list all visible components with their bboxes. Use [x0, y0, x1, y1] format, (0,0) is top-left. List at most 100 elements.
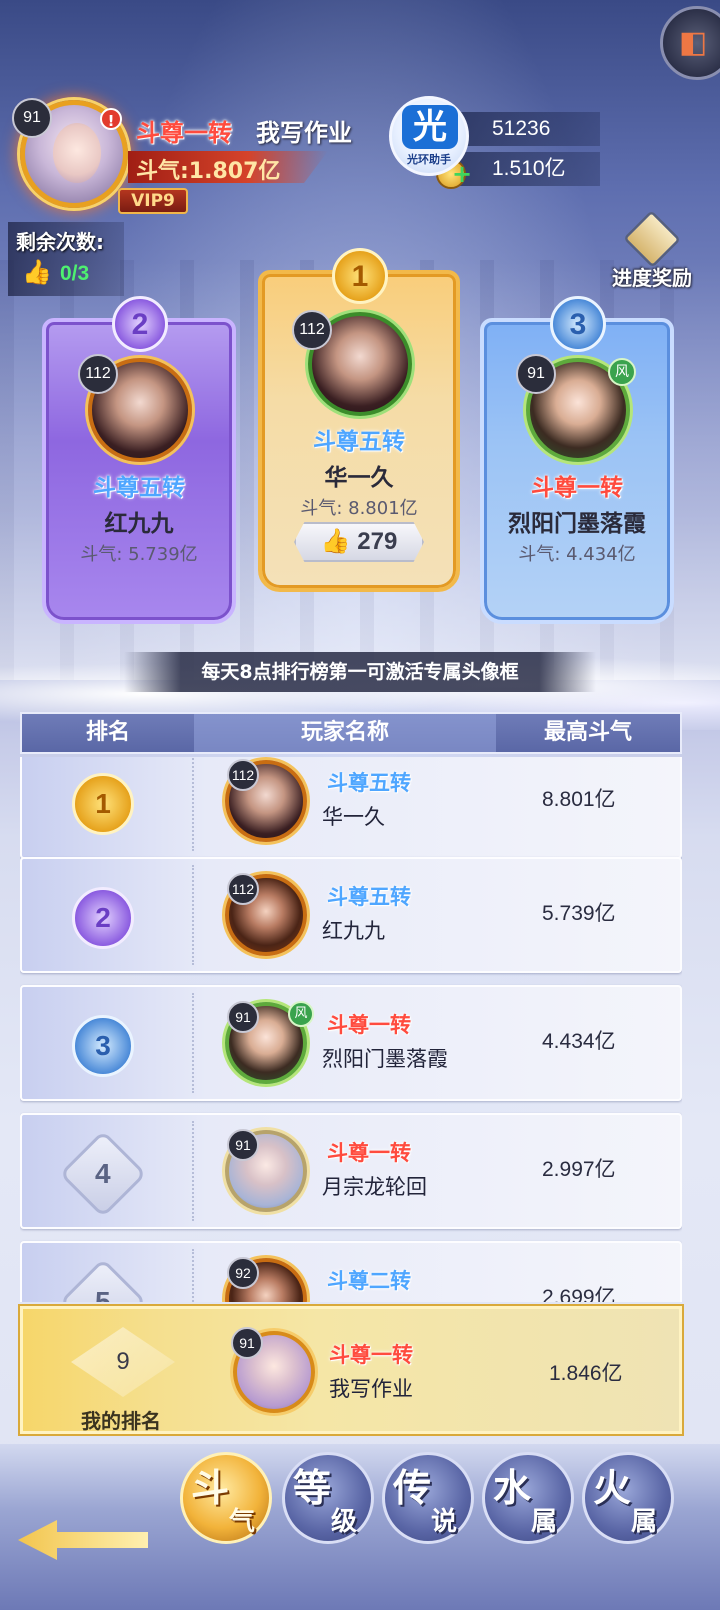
menu-icon: ◧	[679, 25, 708, 60]
level-badge: 112	[227, 759, 259, 791]
table-header: 排名 玩家名称 最高斗气	[20, 712, 682, 754]
player-power: 2.997亿	[542, 1158, 616, 1181]
level-badge: 91	[227, 1001, 259, 1033]
rank-3-medal-icon: 3	[72, 1015, 134, 1077]
table-row[interactable]: 3 91 风 斗尊一转 烈阳门墨落霞 4.434亿	[20, 985, 682, 1101]
my-rank-label: 我的排名	[81, 1409, 161, 1433]
player-name: 红九九	[322, 919, 385, 943]
rank-2-medal-icon: 2	[72, 887, 134, 949]
level-badge: 112	[227, 873, 259, 905]
podium-card-rank-3[interactable]: 3 91 风 斗尊一转 烈阳门墨落霞 斗气: 4.434亿	[480, 296, 674, 624]
helper-button[interactable]: 光 光环助手	[389, 96, 469, 176]
level-badge: 112	[78, 354, 118, 394]
rank-number: 4	[95, 1157, 111, 1189]
stat-top: 51236	[450, 112, 600, 146]
rank-title: 斗尊五转	[327, 885, 411, 909]
wind-element-icon: 风	[288, 1001, 314, 1027]
level-badge: 112	[292, 310, 332, 350]
tab-label-main: 等	[293, 1466, 332, 1510]
my-rank-number: 9	[71, 1327, 175, 1397]
rank-title: 斗尊一转	[327, 1141, 411, 1165]
table-row[interactable]: 5 92 斗尊二转 2.699亿	[20, 1241, 682, 1302]
my-rank-title: 斗尊一转	[136, 119, 232, 147]
rank-5-badge-icon: 5	[59, 1258, 147, 1302]
player-name: 红九九	[104, 511, 174, 537]
tab-label-main: 传	[393, 1466, 432, 1510]
column-player: 玩家名称	[194, 714, 496, 752]
level-badge: 91	[231, 1327, 263, 1359]
my-name: 我写作业	[256, 119, 352, 147]
tab-label-sub: 说	[431, 1507, 458, 1537]
tab-dou-qi[interactable]: 斗 气	[180, 1452, 272, 1544]
tab-water[interactable]: 水 属	[482, 1452, 574, 1544]
corner-menu-button[interactable]: ◧	[660, 6, 720, 80]
table-row[interactable]: 2 112 斗尊五转 红九九 5.739亿	[20, 857, 682, 973]
rank-1-medal-icon: 1	[72, 773, 134, 835]
rank-title: 斗尊五转	[93, 475, 185, 501]
player-power: 斗气: 5.739亿	[80, 544, 198, 565]
tab-label-main: 火	[593, 1466, 632, 1510]
player-name: 我写作业	[329, 1377, 413, 1401]
tab-label-sub: 属	[631, 1507, 658, 1537]
thumbs-up-icon: 👍	[22, 258, 52, 286]
player-power: 5.739亿	[542, 902, 616, 925]
divider	[192, 993, 194, 1093]
divider	[192, 757, 194, 851]
table-row[interactable]: 4 91 斗尊一转 月宗龙轮回 2.997亿	[20, 1113, 682, 1229]
player-name: 华一久	[322, 805, 385, 829]
rank-1-medal-icon: 1	[332, 248, 388, 304]
player-power: 斗气: 4.434亿	[518, 544, 636, 565]
tab-label-main: 斗	[191, 1466, 230, 1510]
rank-title: 斗尊五转	[313, 429, 405, 455]
divider	[192, 1249, 194, 1302]
tab-fire[interactable]: 火 属	[582, 1452, 674, 1544]
avatar-face	[53, 123, 101, 183]
ranking-list[interactable]: 1 112 斗尊五转 华一久 8.801亿 2 112 斗尊五转 红九九 5.7…	[20, 757, 682, 1302]
player-power: 斗气: 8.801亿	[300, 498, 418, 519]
tab-label-sub: 级	[331, 1507, 358, 1537]
rank-2-medal-icon: 2	[112, 296, 168, 352]
column-power: 最高斗气	[543, 720, 632, 745]
player-power: 2.699亿	[542, 1286, 616, 1302]
tab-label-main: 水	[493, 1466, 532, 1510]
podium-card-rank-2[interactable]: 2 112 斗尊五转 红九九 斗气: 5.739亿	[42, 296, 236, 624]
column-rank: 排名	[85, 720, 130, 745]
rank-title: 斗尊二转	[327, 1269, 411, 1293]
remaining-label: 剩余次数:	[16, 230, 104, 254]
level-badge: 91	[516, 354, 556, 394]
player-name: 烈阳门墨落霞	[322, 1047, 448, 1071]
table-row[interactable]: 1 112 斗尊五转 华一久 8.801亿	[20, 757, 682, 859]
tab-label-sub: 气	[229, 1507, 256, 1537]
rank-title: 斗尊一转	[329, 1343, 413, 1367]
level-badge: 92	[227, 1257, 259, 1289]
like-count: 279	[357, 528, 398, 555]
tab-level[interactable]: 等 级	[282, 1452, 374, 1544]
like-button[interactable]: 👍 279	[294, 522, 424, 562]
helper-logo-icon: 光	[402, 105, 458, 149]
player-name: 月宗龙轮回	[322, 1175, 427, 1199]
stat-bottom: 1.510亿	[450, 152, 600, 186]
podium-card-rank-1[interactable]: 1 112 斗尊五转 华一久 斗气: 8.801亿 👍 279	[258, 248, 460, 592]
remaining-value: 0/3	[60, 262, 90, 285]
rank-title: 斗尊一转	[531, 475, 623, 501]
my-power: 斗气:1.807亿	[136, 159, 281, 184]
rank-title: 斗尊一转	[327, 1013, 411, 1037]
player-name: 烈阳门墨落霞	[508, 511, 646, 537]
info-banner: 每天8点排行榜第一可激活专属头像框	[124, 652, 596, 692]
alert-icon: !	[100, 108, 122, 130]
divider	[192, 865, 194, 965]
helper-label: 光环助手	[407, 153, 451, 166]
rank-number: 5	[95, 1285, 111, 1302]
tab-legend[interactable]: 传 说	[382, 1452, 474, 1544]
level-badge: 91	[227, 1129, 259, 1161]
reward-chest-icon	[623, 210, 681, 268]
player-power: 1.846亿	[549, 1362, 623, 1385]
my-level-badge: 91	[12, 98, 52, 138]
progress-reward-button[interactable]: 进度奖励	[602, 210, 702, 294]
remaining-attempts: 剩余次数: 👍 0/3	[8, 222, 124, 296]
player-power: 4.434亿	[542, 1030, 616, 1053]
vip-badge: VIP9	[118, 188, 188, 214]
my-rank-row[interactable]: 9 我的排名 91 斗尊一转 我写作业 1.846亿	[20, 1306, 682, 1434]
thumbs-up-icon: 👍	[320, 528, 351, 555]
player-power: 8.801亿	[542, 788, 616, 811]
